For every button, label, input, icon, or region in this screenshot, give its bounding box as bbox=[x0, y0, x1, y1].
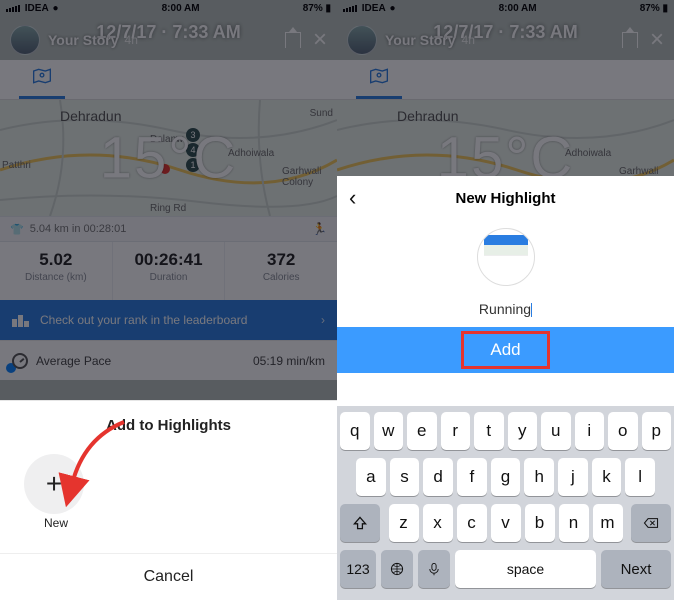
highlights-sheet: Add to Highlights + New Cancel bbox=[0, 400, 337, 600]
key-d[interactable]: d bbox=[423, 458, 453, 496]
backspace-key[interactable] bbox=[631, 504, 671, 542]
sheet-title: Add to Highlights bbox=[0, 401, 337, 442]
left-screenshot: IDEA ● 8:00 AM 87% ▮ 12/7/17 · 7:33 AM Y… bbox=[0, 0, 337, 600]
sheet-title: New Highlight bbox=[456, 190, 556, 207]
numbers-key[interactable]: 123 bbox=[340, 550, 376, 588]
key-y[interactable]: y bbox=[508, 412, 538, 450]
right-screenshot: IDEA ● 8:00 AM 87% ▮ 12/7/17 · 7:33 AM Y… bbox=[337, 0, 674, 600]
back-icon[interactable]: ‹ bbox=[349, 185, 356, 211]
shift-key[interactable] bbox=[340, 504, 380, 542]
key-e[interactable]: e bbox=[407, 412, 437, 450]
key-j[interactable]: j bbox=[558, 458, 588, 496]
key-f[interactable]: f bbox=[457, 458, 487, 496]
highlight-cover[interactable] bbox=[477, 228, 535, 286]
space-key[interactable]: space bbox=[455, 550, 596, 588]
mic-key[interactable] bbox=[418, 550, 450, 588]
key-k[interactable]: k bbox=[592, 458, 622, 496]
key-r[interactable]: r bbox=[441, 412, 471, 450]
key-s[interactable]: s bbox=[390, 458, 420, 496]
annotation-highlight-box: Add bbox=[461, 331, 549, 369]
key-n[interactable]: n bbox=[559, 504, 589, 542]
new-highlight-sheet: ‹ New Highlight Running Add qwertyuiop a… bbox=[337, 176, 674, 600]
dim-overlay bbox=[337, 0, 674, 176]
key-b[interactable]: b bbox=[525, 504, 555, 542]
key-q[interactable]: q bbox=[340, 412, 370, 450]
key-w[interactable]: w bbox=[374, 412, 404, 450]
key-c[interactable]: c bbox=[457, 504, 487, 542]
key-l[interactable]: l bbox=[625, 458, 655, 496]
key-m[interactable]: m bbox=[593, 504, 623, 542]
cancel-button[interactable]: Cancel bbox=[0, 553, 337, 600]
key-p[interactable]: p bbox=[642, 412, 672, 450]
sheet-header: ‹ New Highlight bbox=[337, 176, 674, 220]
new-highlight-label: New bbox=[44, 516, 337, 530]
key-z[interactable]: z bbox=[389, 504, 419, 542]
next-key[interactable]: Next bbox=[601, 550, 671, 588]
add-button[interactable]: Add bbox=[337, 327, 674, 373]
key-u[interactable]: u bbox=[541, 412, 571, 450]
key-t[interactable]: t bbox=[474, 412, 504, 450]
key-h[interactable]: h bbox=[524, 458, 554, 496]
globe-key[interactable] bbox=[381, 550, 413, 588]
key-x[interactable]: x bbox=[423, 504, 453, 542]
key-v[interactable]: v bbox=[491, 504, 521, 542]
key-i[interactable]: i bbox=[575, 412, 605, 450]
highlight-name-input[interactable]: Running bbox=[337, 295, 674, 327]
key-g[interactable]: g bbox=[491, 458, 521, 496]
new-highlight-button[interactable]: + bbox=[24, 454, 84, 514]
keyboard: qwertyuiop asdfghjkl zxcvbnm 123 space N… bbox=[337, 406, 674, 600]
key-o[interactable]: o bbox=[608, 412, 638, 450]
key-a[interactable]: a bbox=[356, 458, 386, 496]
